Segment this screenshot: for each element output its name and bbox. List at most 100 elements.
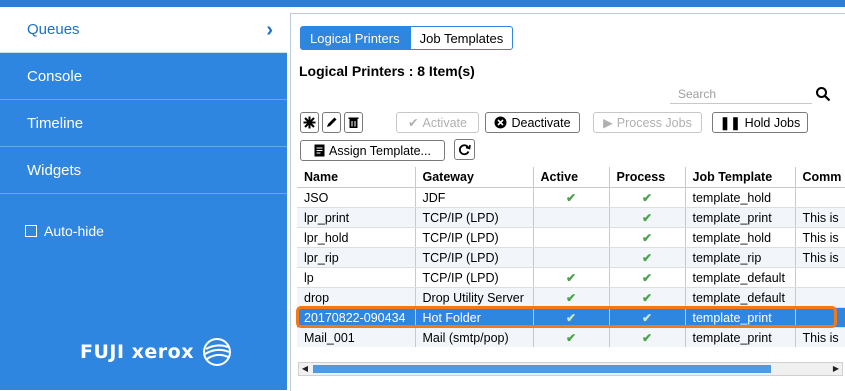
table-row[interactable]: lpr_hold TCP/IP (LPD) ✔ template_hold This i… [297,227,845,248]
scroll-right-icon[interactable]: ▶ [831,364,841,374]
table-row[interactable]: 20170822-090434 Hot Folder ✔ ✔ template_prin… [297,307,845,328]
cell-process: ✔ [609,187,686,208]
search-input[interactable] [670,84,812,104]
sidebar-item-queues[interactable]: Queues › [0,7,287,53]
tab-job-templates[interactable]: Job Templates [409,26,514,50]
chevron-right-icon: › [266,19,273,41]
assign-template-button[interactable]: Assign Template... [300,140,445,161]
top-accent-bar [0,0,845,7]
cell-gateway: TCP/IP (LPD) [415,267,534,288]
new-button[interactable] [300,112,319,133]
sidebar-item-label: Timeline [27,115,84,132]
cell-job-template: template_hold [685,187,796,208]
check-icon: ✔ [641,330,653,345]
cell-comment: This is [795,227,845,248]
sidebar-item-console[interactable]: Console [0,54,287,100]
cell-gateway: TCP/IP (LPD) [415,227,534,248]
cell-active: ✔ [533,267,610,288]
cell-name: lpr_print [297,207,416,228]
cell-comment: This is [795,207,845,228]
cell-active [533,247,610,268]
checkbox-icon[interactable] [25,225,37,237]
cancel-circle-icon [494,116,507,129]
cell-job-template: template_print [685,307,796,328]
process-jobs-label: Process Jobs [616,115,692,130]
cell-job-template: template_rip [685,247,796,268]
tab-logical-printers[interactable]: Logical Printers [300,26,410,50]
column-header-comment[interactable]: Comm [795,167,845,188]
sidebar: Queues › Console Timeline Widgets Auto-h… [0,7,287,390]
column-header-active[interactable]: Active [533,167,610,188]
sidebar-item-label: Console [27,68,83,85]
cell-job-template: template_print [685,327,796,347]
xerox-sphere-icon [202,338,231,366]
hold-jobs-button[interactable]: ❚❚ Hold Jobs [712,112,808,133]
autohide-label: Auto-hide [44,223,104,239]
edit-button[interactable] [322,112,341,133]
cell-active: ✔ [533,307,610,328]
cell-name: lpr_rip [297,247,416,268]
hold-jobs-label: Hold Jobs [744,115,801,130]
column-header-job-template[interactable]: Job Template [685,167,796,188]
refresh-button[interactable] [454,139,475,160]
sidebar-item-widgets[interactable]: Widgets [0,148,287,194]
table-row[interactable]: lpr_rip TCP/IP (LPD) ✔ template_rip This is [297,247,845,268]
cell-job-template: template_hold [685,227,796,248]
search-icon[interactable] [815,86,831,102]
table-row[interactable]: drop Drop Utility Server ✔ ✔ template_defaul… [297,287,845,308]
scroll-left-icon[interactable]: ◀ [300,364,310,374]
cell-name: lpr_hold [297,227,416,248]
cell-active: ✔ [533,327,610,347]
cell-name: JSO [297,187,416,208]
edit-icon [327,117,337,127]
sidebar-item-timeline[interactable]: Timeline [0,101,287,147]
cell-gateway: JDF [415,187,534,208]
check-icon: ✔ [565,190,577,205]
column-header-gateway[interactable]: Gateway [415,167,534,188]
activate-label: Activate [422,115,467,130]
table-row[interactable]: Mail_001 Mail (smtp/pop) ✔ ✔ template_print T… [297,327,845,347]
horizontal-scrollbar[interactable]: ◀ ▶ [298,362,843,376]
check-icon: ✔ [641,310,653,325]
cell-process: ✔ [609,207,686,228]
cell-comment [795,267,845,288]
table-header-row: Name Gateway Active Process Job Template… [297,167,845,188]
check-icon: ✔ [565,310,577,325]
column-header-name[interactable]: Name [297,167,416,188]
cell-active [533,207,610,228]
page-title: Logical Printers : 8 Item(s) [299,63,475,79]
cell-gateway: TCP/IP (LPD) [415,207,534,228]
template-icon [314,144,325,157]
check-icon: ✔ [641,210,653,225]
assign-template-label: Assign Template... [329,143,431,158]
table-row[interactable]: lpr_print TCP/IP (LPD) ✔ template_print This… [297,207,845,228]
tab-bar: Logical Printers Job Templates [300,26,514,50]
refresh-icon [458,144,471,156]
cell-comment: This is [795,247,845,268]
process-jobs-button[interactable]: ▶ Process Jobs [593,112,702,133]
printers-table: Name Gateway Active Process Job Template… [297,167,845,347]
cell-process: ✔ [609,287,686,308]
deactivate-label: Deactivate [511,115,571,130]
table-row[interactable]: JSO JDF ✔ ✔ template_hold [297,187,845,208]
cell-comment [795,187,845,208]
cell-active: ✔ [533,287,610,308]
scrollbar-thumb[interactable] [313,365,771,373]
cell-gateway: Hot Folder [415,307,534,328]
table-row[interactable]: lp TCP/IP (LPD) ✔ ✔ template_default [297,267,845,288]
check-icon: ✔ [641,190,653,205]
cell-process: ✔ [609,327,686,347]
play-icon: ▶ [603,116,613,130]
activate-button[interactable]: ✔ Activate [396,112,479,133]
deactivate-button[interactable]: Deactivate [485,112,580,133]
pause-icon: ❚❚ [719,116,741,130]
cell-process: ✔ [609,307,686,328]
column-header-process[interactable]: Process [609,167,686,188]
sidebar-item-label: Queues [27,21,80,38]
check-icon: ✔ [641,290,653,305]
autohide-checkbox[interactable]: Auto-hide [25,223,104,239]
delete-button[interactable] [344,112,363,133]
cell-active: ✔ [533,187,610,208]
logo-text: FUJI xerox [80,341,194,363]
cell-job-template: template_print [685,207,796,228]
